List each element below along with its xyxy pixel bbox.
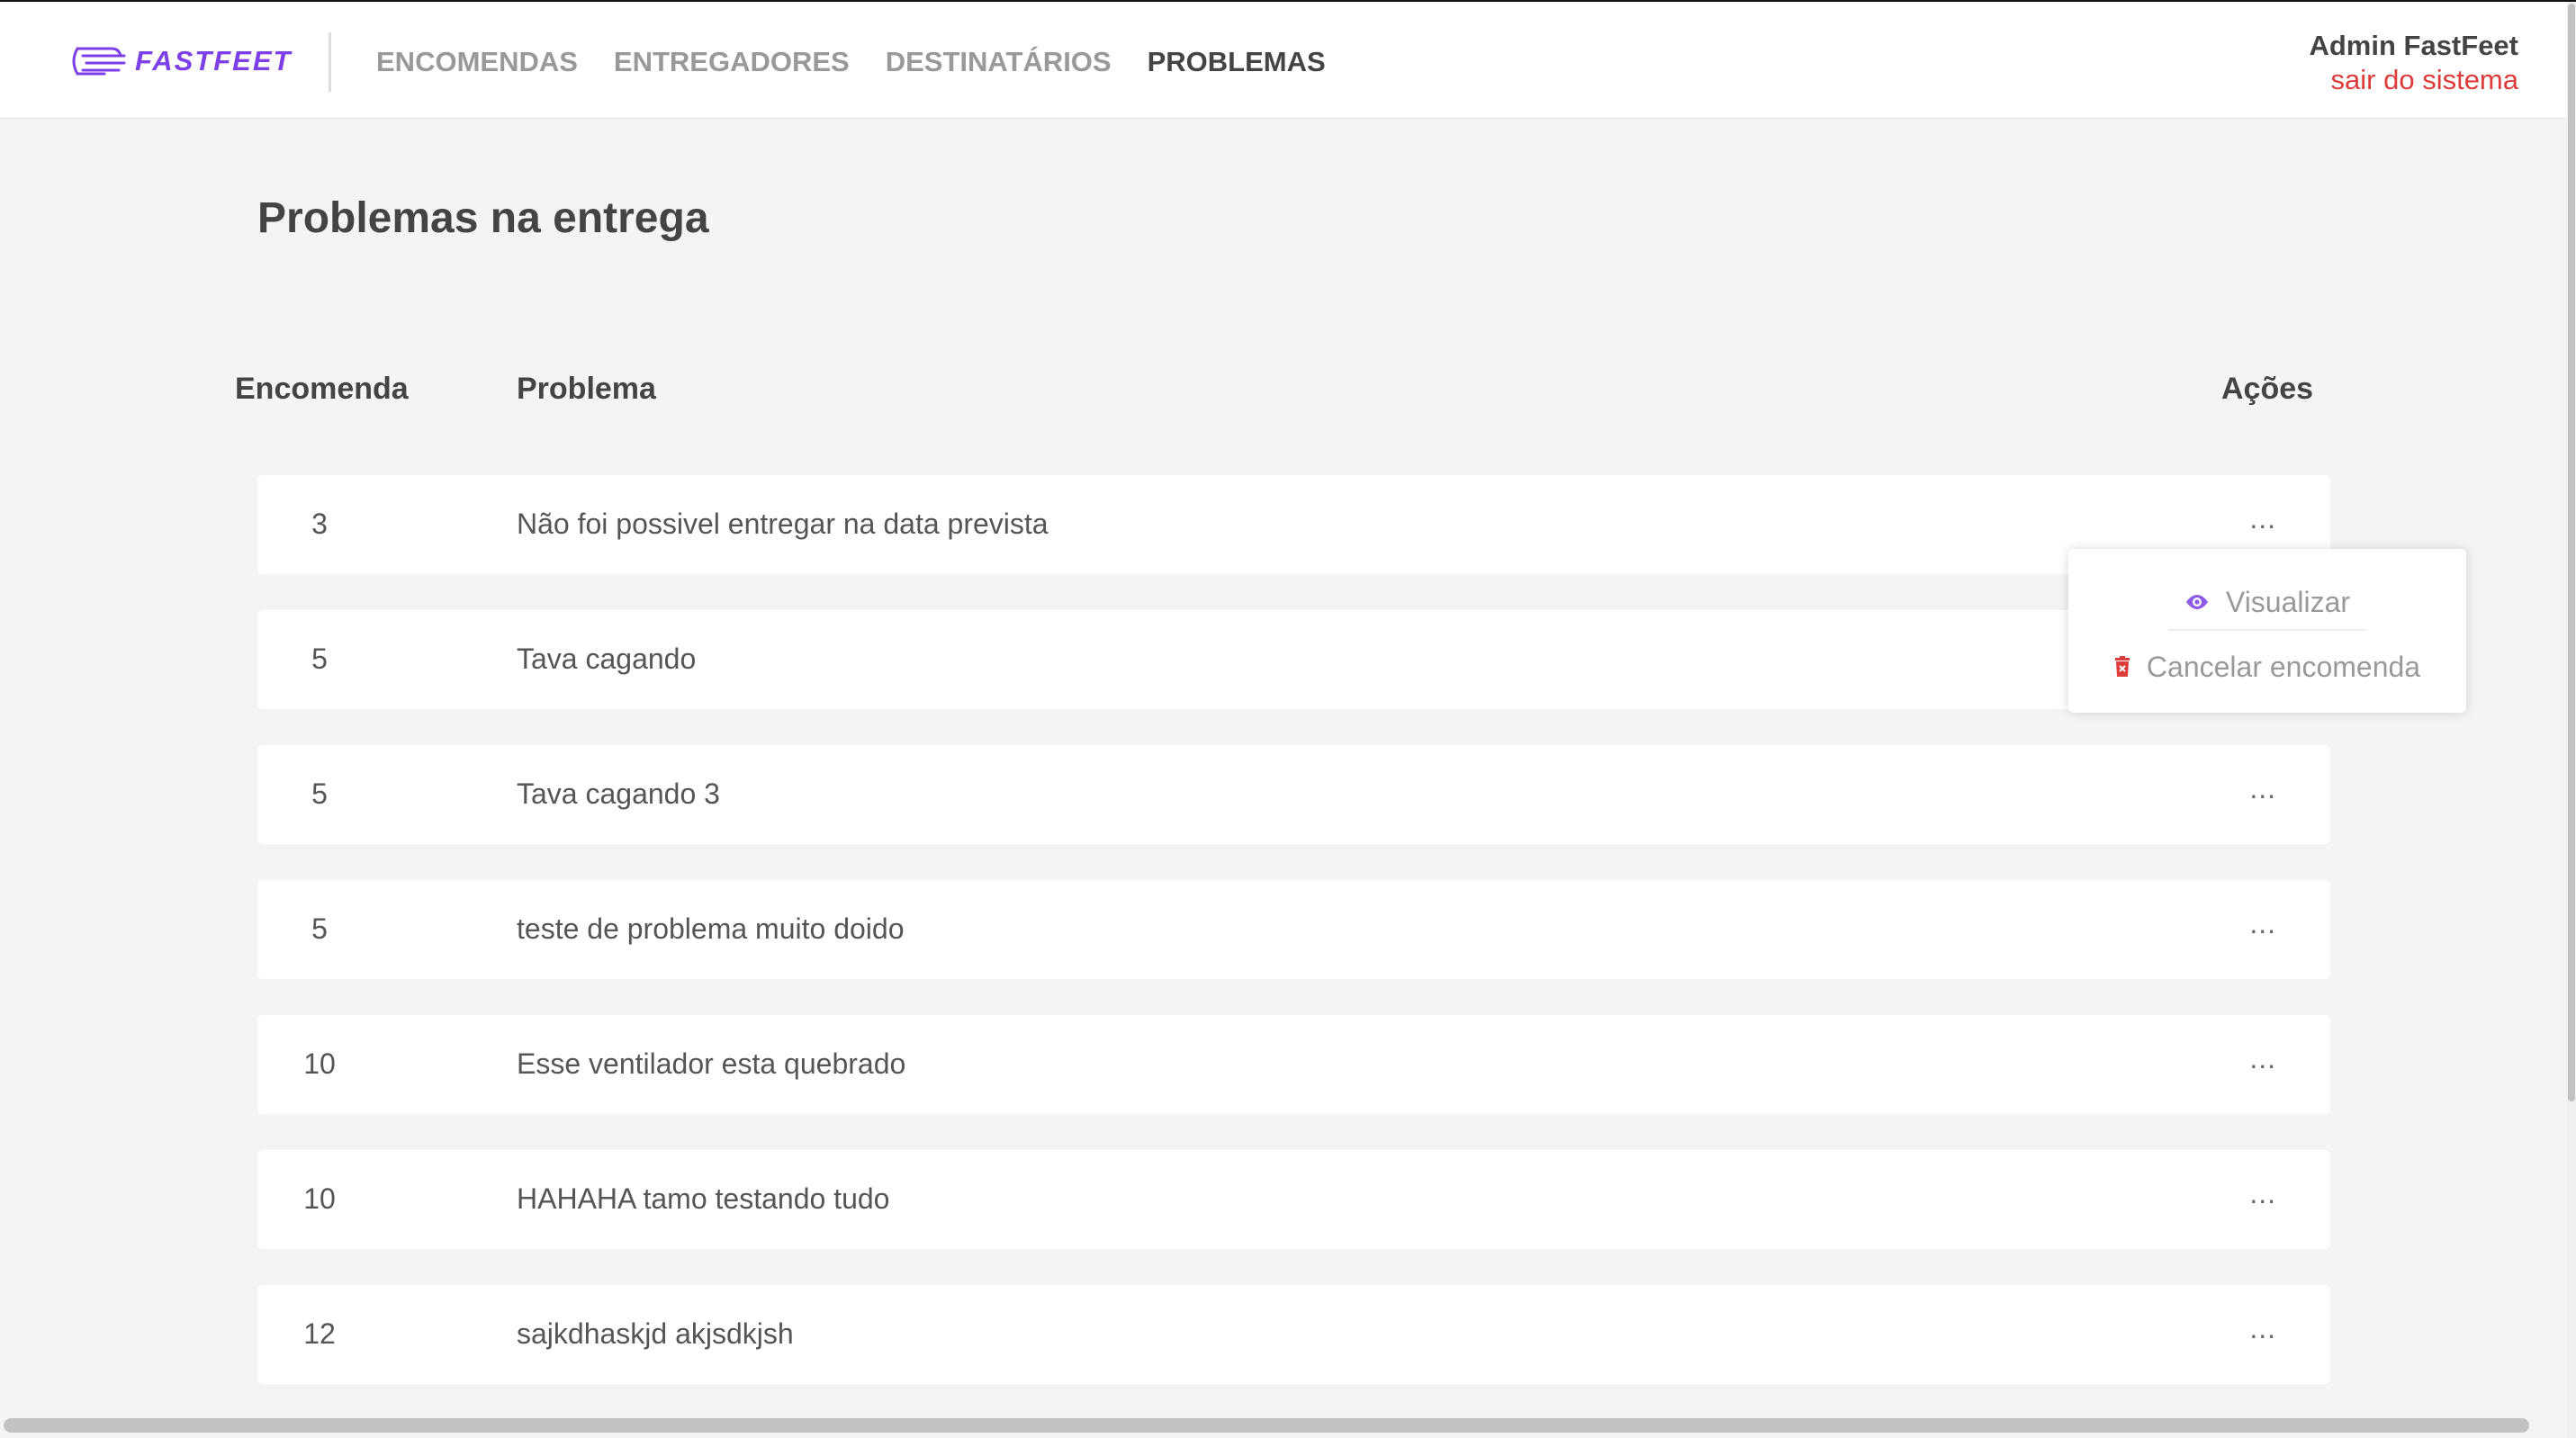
table-row: 12 sajkdhaskjd akjsdkjsh ... <box>257 1285 2330 1384</box>
nav-item-destinatarios[interactable]: DESTINATÁRIOS <box>886 47 1112 77</box>
actions-menu-button[interactable]: ... <box>2249 1042 2276 1075</box>
user-profile: Admin FastFeet sair do sistema <box>2309 29 2518 97</box>
actions-menu-button[interactable]: ... <box>2249 1312 2276 1345</box>
brand-name: FASTFEET <box>135 45 293 76</box>
view-action[interactable]: Visualizar <box>2068 581 2466 623</box>
table-row: 5 teste de problema muito doido ... <box>257 880 2330 979</box>
table-row: 3 Não foi possivel entregar na data prev… <box>257 475 2330 574</box>
actions-menu-button[interactable]: ... <box>2249 772 2276 805</box>
order-id: 5 <box>311 912 328 945</box>
order-id: 5 <box>311 643 328 675</box>
order-id: 12 <box>303 1317 336 1350</box>
order-id: 3 <box>311 508 328 540</box>
cancel-order-action[interactable]: Cancelar encomenda <box>2068 646 2466 688</box>
horizontal-scrollbar-thumb[interactable] <box>4 1418 2529 1433</box>
nav-item-problemas[interactable]: PROBLEMAS <box>1148 47 1326 77</box>
popover-arrow <box>2259 536 2286 550</box>
logo[interactable]: FASTFEET <box>68 40 292 83</box>
eye-icon <box>2185 595 2208 609</box>
order-id: 5 <box>311 777 328 810</box>
logout-link[interactable]: sair do sistema <box>2309 63 2518 97</box>
order-id: 10 <box>303 1047 336 1080</box>
table-row: 5 Tava cagando ... <box>257 610 2330 709</box>
vertical-scrollbar-thumb[interactable] <box>2568 4 2575 1101</box>
user-name: Admin FastFeet <box>2309 30 2518 61</box>
truck-logo-icon <box>72 47 126 76</box>
actions-menu-button[interactable]: ... <box>2249 502 2276 535</box>
nav-item-entregadores[interactable]: ENTREGADORES <box>614 47 850 77</box>
column-header-order: Encomenda <box>235 372 409 406</box>
column-header-problem: Problema <box>517 372 656 406</box>
header-divider <box>329 32 331 92</box>
order-id: 10 <box>303 1182 336 1215</box>
actions-menu-button[interactable]: ... <box>2249 907 2276 940</box>
problem-description: teste de problema muito doido <box>517 912 905 945</box>
problem-description: Não foi possivel entregar na data previs… <box>517 508 1049 540</box>
table-row: 10 HAHAHA tamo testando tudo ... <box>257 1150 2330 1249</box>
column-header-actions: Ações <box>2221 372 2314 406</box>
cancel-order-label: Cancelar encomenda <box>2146 650 2421 683</box>
problem-description: Esse ventilador esta quebrado <box>517 1047 906 1080</box>
problem-description: sajkdhaskjd akjsdkjsh <box>517 1317 794 1350</box>
actions-popover: Visualizar Cancelar encomenda <box>2068 549 2466 713</box>
nav-item-encomendas[interactable]: ENCOMENDAS <box>376 47 578 77</box>
app-header: FASTFEET ENCOMENDAS ENTREGADORES DESTINA… <box>0 2 2567 119</box>
table-row: 10 Esse ventilador esta quebrado ... <box>257 1015 2330 1114</box>
view-action-label: Visualizar <box>2225 585 2351 618</box>
problem-description: HAHAHA tamo testando tudo <box>517 1182 890 1215</box>
problem-description: Tava cagando 3 <box>517 777 720 810</box>
popover-separator <box>2168 629 2366 631</box>
trash-icon <box>2114 656 2130 677</box>
problem-description: Tava cagando <box>517 643 697 675</box>
main-nav: ENCOMENDAS ENTREGADORES DESTINATÁRIOS PR… <box>376 47 1362 77</box>
table-row: 5 Tava cagando 3 ... <box>257 745 2330 844</box>
actions-menu-button[interactable]: ... <box>2249 1177 2276 1210</box>
page-title: Problemas na entrega <box>257 194 709 242</box>
